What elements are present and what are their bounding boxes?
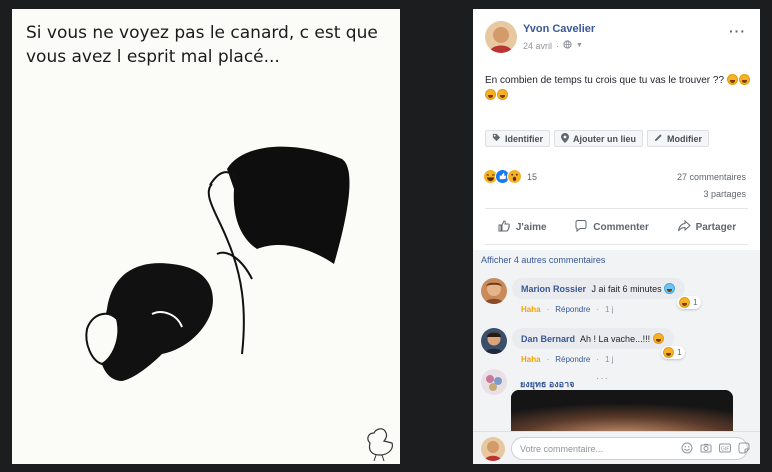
haha-reaction-icon [663, 347, 674, 358]
comment-author[interactable]: ยงยุทธ องอาจ [520, 377, 574, 391]
dot-separator: · [596, 355, 600, 364]
comment-reaction-count: 1 [693, 298, 698, 307]
edit-button[interactable]: Modifier [647, 130, 710, 147]
comment-reply-link[interactable]: Répondre [555, 355, 590, 364]
comment-reaction-count: 1 [677, 348, 682, 357]
post-text-body: En combien de temps tu crois que tu vas … [485, 75, 725, 86]
tag-people-button[interactable]: Identifier [485, 130, 551, 147]
dot-separator: · [556, 40, 560, 51]
reaction-summary[interactable]: 15 [483, 169, 537, 184]
laughing-emoji-icon [497, 89, 508, 100]
comment-haha-link[interactable]: Haha [521, 305, 541, 314]
emoji-picker-icon[interactable] [680, 442, 693, 455]
add-location-label: Ajouter un lieu [573, 133, 637, 144]
comment-age[interactable]: 1 j [605, 355, 613, 364]
comment-input-placeholder: Votre commentaire... [520, 443, 604, 454]
like-button[interactable]: J'aime [497, 216, 547, 238]
laughing-emoji-icon [485, 89, 496, 100]
comment-author[interactable]: Dan Bernard [521, 334, 575, 344]
author-avatar[interactable] [485, 21, 517, 53]
comments-count[interactable]: 27 commentaires [677, 172, 746, 182]
comment-composer: Votre commentaire... GIF [473, 431, 760, 464]
svg-text:GIF: GIF [720, 446, 728, 452]
commenter-avatar[interactable] [481, 328, 507, 354]
post-date[interactable]: 24 avril [523, 41, 552, 51]
post-author[interactable]: Yvon Cavelier [523, 23, 595, 35]
more-options-icon[interactable]: ··· [729, 23, 746, 39]
composer-icons: GIF [680, 442, 750, 455]
comment: Dan Bernard Ah ! La vache...!!! 1 Haha ·… [481, 328, 751, 373]
post-meta: 24 avril · ▼ [523, 40, 583, 51]
comment-reaction-badge[interactable]: 1 [661, 346, 686, 359]
share-label: Partager [695, 221, 737, 233]
globe-icon[interactable] [563, 40, 572, 51]
comment-author[interactable]: Marion Rossier [521, 284, 586, 294]
comment-button[interactable]: Commenter [574, 216, 649, 238]
camera-icon[interactable] [699, 442, 712, 455]
comment-age[interactable]: 1 j [605, 305, 613, 314]
add-location-button[interactable]: Ajouter un lieu [554, 130, 644, 147]
surprised-emoji-icon [664, 283, 676, 294]
dot-separator: · [546, 305, 550, 314]
post-panel: Yvon Cavelier 24 avril · ▼ ··· En combie… [473, 9, 760, 464]
post-text: En combien de temps tu crois que tu vas … [485, 73, 755, 103]
comment-haha-link[interactable]: Haha [521, 355, 541, 364]
comment-meta: Haha · Répondre · 1 j [521, 305, 614, 314]
tag-people-label: Identifier [505, 133, 544, 144]
pencil-icon [654, 133, 663, 144]
comment-reply-link[interactable]: Répondre [555, 305, 590, 314]
share-arrow-icon [677, 219, 691, 236]
reaction-count[interactable]: 15 [527, 172, 537, 182]
photo-caption: Si vous ne voyez pas le canard, c est qu… [26, 23, 378, 67]
share-button[interactable]: Partager [677, 216, 737, 238]
location-pin-icon [561, 132, 570, 145]
gif-icon[interactable]: GIF [718, 442, 731, 455]
commenter-avatar[interactable] [481, 278, 507, 304]
tag-row: Identifier Ajouter un lieu Modifier [485, 130, 710, 147]
comment-bubble: Marion Rossier J ai fait 6 minutes [512, 278, 686, 299]
duck-illusion-drawing [85, 146, 393, 462]
divider [485, 208, 748, 209]
shares-count[interactable]: 3 partages [703, 189, 746, 199]
dot-separator: · [596, 305, 600, 314]
laughing-emoji-icon [726, 74, 738, 85]
haha-reaction-icon [679, 297, 690, 308]
post-photo[interactable]: Si vous ne voyez pas le canard, c est qu… [12, 9, 400, 464]
divider [485, 244, 748, 245]
sticker-icon[interactable] [737, 442, 750, 455]
comment-meta: Haha · Répondre · 1 j [521, 355, 614, 364]
comment-label: Commenter [593, 221, 649, 233]
comment-bubble-icon [574, 219, 588, 236]
caret-down-icon[interactable]: ▼ [576, 42, 583, 49]
show-more-comments-link[interactable]: Afficher 4 autres commentaires [481, 255, 605, 265]
comment-reaction-badge[interactable]: 1 [677, 296, 702, 309]
current-user-avatar [481, 437, 505, 461]
commenter-avatar[interactable] [481, 369, 507, 395]
duck-icon [367, 428, 393, 462]
comment-bubble: Dan Bernard Ah ! La vache...!!! [512, 328, 674, 349]
comment-text: J ai fait 6 minutes [591, 284, 662, 294]
comment: Marion Rossier J ai fait 6 minutes 1 Hah… [481, 278, 751, 323]
edit-label: Modifier [667, 133, 703, 144]
action-row: J'aime Commenter Partager [483, 216, 750, 238]
laughing-emoji-icon [738, 74, 750, 85]
comment-options-icon[interactable]: ··· [596, 373, 609, 384]
comment-text: Ah ! La vache...!!! [580, 334, 651, 344]
laughing-emoji-icon [652, 333, 664, 344]
like-label: J'aime [515, 221, 547, 233]
thumbs-up-icon [497, 219, 511, 236]
wow-reaction-icon [507, 169, 522, 184]
comment-image[interactable] [511, 390, 733, 434]
tag-icon [492, 133, 501, 144]
dot-separator: · [546, 355, 550, 364]
